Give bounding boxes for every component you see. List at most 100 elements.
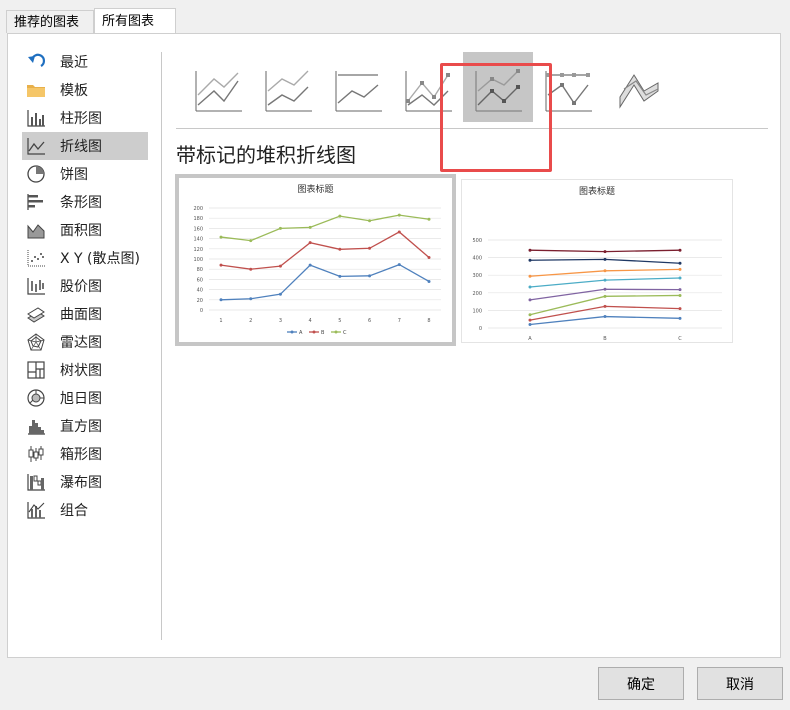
sidebar-item-surface-chart[interactable]: 曲面图	[22, 300, 148, 328]
data-point	[368, 219, 372, 223]
x-tick-label: 8	[427, 318, 430, 324]
treemap-chart-icon	[25, 360, 47, 380]
sidebar-item-folder[interactable]: 模板	[22, 76, 148, 104]
tab-all-charts[interactable]: 所有图表	[94, 8, 176, 34]
sidebar-item-label: 面积图	[60, 223, 102, 239]
data-point	[678, 316, 682, 320]
data-point	[528, 318, 532, 322]
radar-chart-icon	[25, 332, 47, 352]
sidebar-item-sunburst-chart[interactable]: 旭日图	[22, 384, 148, 412]
data-point	[278, 264, 282, 268]
chart-title: 图表标题	[579, 185, 615, 197]
series-line	[529, 288, 681, 301]
column-chart-icon	[25, 108, 47, 128]
legend-label: C	[343, 330, 347, 336]
series-line	[220, 231, 430, 270]
data-point	[249, 267, 253, 271]
sidebar-item-stock-chart[interactable]: 股价图	[22, 272, 148, 300]
3d-line-subtype-icon	[619, 74, 659, 109]
y-tick-label: 140	[193, 237, 203, 243]
percent-stacked-line-subtype-icon[interactable]	[323, 52, 393, 122]
sidebar-item-pie-chart[interactable]: 饼图	[22, 160, 148, 188]
chart-preview-1[interactable]: 图表标题 0 20 40 60 80 100 120 140 160 180 200 1 2 3 4 5 6 7 8 A…	[175, 174, 456, 346]
sunburst-chart-icon	[25, 388, 47, 408]
chart-preview-2[interactable]: 图表标题0100200300400500ABC系列1系列2系列3系列4系列5系列…	[461, 179, 733, 366]
data-point	[678, 267, 682, 271]
y-tick-label: 0	[479, 326, 482, 332]
cancel-button[interactable]: 取消	[697, 667, 783, 700]
data-point	[603, 294, 607, 298]
ok-button[interactable]: 确定	[598, 667, 684, 700]
histogram-chart-icon	[25, 416, 47, 436]
y-tick-label: 80	[197, 267, 203, 273]
legend-label: A	[299, 330, 303, 336]
data-point	[427, 255, 431, 259]
sidebar-item-box-whisker-chart[interactable]: 箱形图	[22, 440, 148, 468]
y-tick-label: 100	[193, 257, 203, 263]
data-point	[603, 250, 607, 254]
data-point	[528, 298, 532, 302]
chart-title: 图表标题	[297, 183, 333, 195]
sidebar-item-label: 雷达图	[60, 335, 102, 351]
line-subtype-icon	[195, 71, 242, 112]
sidebar-item-treemap-chart[interactable]: 树状图	[22, 356, 148, 384]
x-tick-label: C	[678, 336, 682, 342]
data-point	[427, 279, 431, 283]
line-subtype-icon[interactable]	[183, 52, 253, 122]
divider	[161, 52, 162, 640]
data-point	[678, 293, 682, 297]
data-point	[678, 248, 682, 252]
all-charts-panel: 最近 模板柱形图折线图 饼图 条形图面积图 X Y (散点图) 股价图 曲面图雷达图树状图旭…	[7, 33, 781, 658]
data-point	[603, 315, 607, 319]
y-tick-label: 0	[200, 308, 203, 314]
legend-marker	[290, 330, 294, 334]
sidebar-item-histogram-chart[interactable]: 直方图	[22, 412, 148, 440]
x-tick-label: 1	[219, 318, 222, 324]
sidebar-item-label: 组合	[60, 503, 88, 519]
data-point	[338, 247, 342, 251]
data-point	[278, 292, 282, 296]
sidebar-item-waterfall-chart[interactable]: 瀑布图	[22, 468, 148, 496]
data-point	[678, 288, 682, 292]
y-tick-label: 400	[472, 256, 482, 262]
data-point	[603, 269, 607, 273]
y-tick-label: 500	[472, 238, 482, 244]
sidebar-item-line-chart[interactable]: 折线图	[22, 132, 148, 160]
data-point	[603, 257, 607, 261]
x-tick-label: 4	[309, 318, 312, 324]
x-tick-label: A	[528, 336, 532, 342]
bar-chart-icon	[25, 192, 47, 212]
x-tick-label: 5	[338, 318, 341, 324]
y-tick-label: 40	[197, 288, 203, 294]
sidebar-item-label: 直方图	[60, 419, 102, 435]
x-tick-label: 3	[279, 318, 282, 324]
sidebar-item-undo-arrow[interactable]: 最近	[22, 48, 148, 76]
data-point	[528, 274, 532, 278]
sidebar-item-radar-chart[interactable]: 雷达图	[22, 328, 148, 356]
data-point	[528, 285, 532, 289]
sidebar-item-bar-chart[interactable]: 条形图	[22, 188, 148, 216]
sidebar-item-label: 柱形图	[60, 111, 102, 127]
data-point	[338, 214, 342, 218]
y-tick-label: 180	[193, 216, 203, 222]
y-tick-label: 60	[197, 277, 203, 283]
sidebar-item-scatter-chart[interactable]: X Y (散点图)	[22, 244, 148, 272]
data-point	[308, 241, 312, 245]
y-tick-label: 200	[472, 291, 482, 297]
data-point	[368, 246, 372, 250]
stacked-line-subtype-icon[interactable]	[253, 52, 323, 122]
sidebar-item-column-chart[interactable]: 柱形图	[22, 104, 148, 132]
x-tick-label: 6	[368, 318, 371, 324]
tab-recommended-charts[interactable]: 推荐的图表	[6, 10, 94, 33]
combo-chart-icon	[25, 500, 47, 520]
area-chart-icon	[25, 220, 47, 240]
undo-arrow-icon	[25, 52, 47, 72]
surface-chart-icon	[25, 304, 47, 324]
sidebar-item-label: 箱形图	[60, 447, 102, 463]
data-point	[603, 287, 607, 291]
3d-line-subtype-icon[interactable]	[603, 52, 673, 122]
data-point	[338, 274, 342, 278]
sidebar-item-combo-chart[interactable]: 组合	[22, 496, 148, 524]
sidebar-item-area-chart[interactable]: 面积图	[22, 216, 148, 244]
sidebar-item-label: 旭日图	[60, 391, 102, 407]
